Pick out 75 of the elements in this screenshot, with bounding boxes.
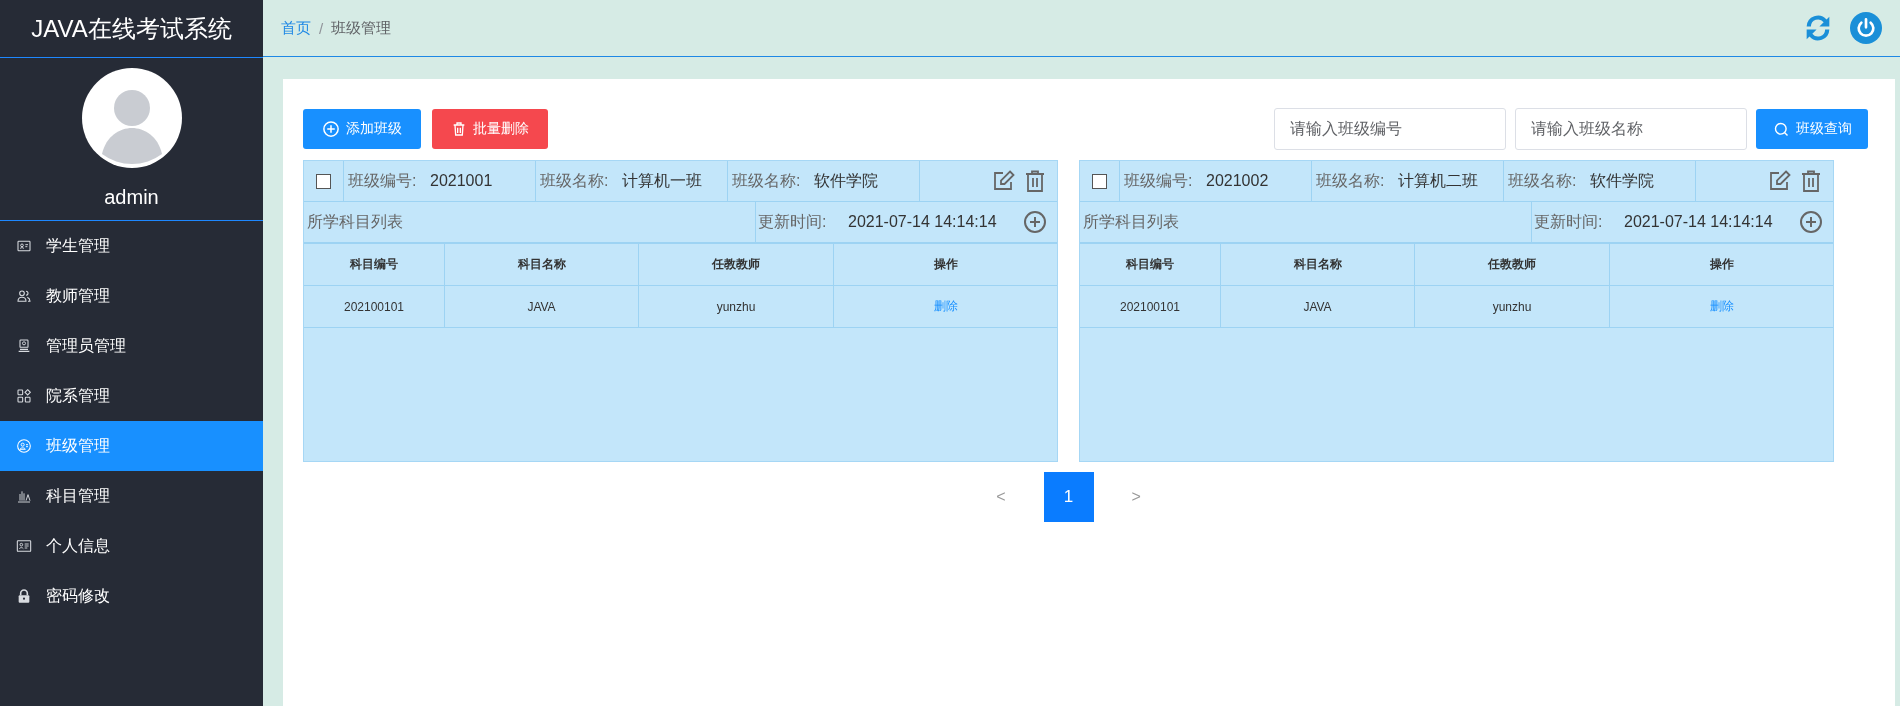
breadcrumb-current: 班级管理: [331, 18, 392, 38]
person-circle-icon: [16, 438, 32, 454]
sidebar-item[interactable]: 教师管理: [0, 271, 263, 321]
sidebar-item[interactable]: 院系管理: [0, 371, 263, 421]
field-label: 班级名称:: [540, 170, 610, 191]
plus-circle-icon[interactable]: [1799, 210, 1823, 234]
page-button[interactable]: 1: [1043, 472, 1094, 522]
sidebar-item[interactable]: 管理员管理: [0, 321, 263, 371]
table-cell: yunzhu: [638, 285, 834, 328]
plus-circle-icon[interactable]: [1023, 210, 1047, 234]
field-label: 班级名称:: [732, 170, 802, 191]
search-field[interactable]: 请输入班级名称: [1515, 108, 1747, 150]
search-icon: [1772, 120, 1790, 138]
plus-circle-icon: [322, 120, 340, 138]
delete-link[interactable]: 删除: [1709, 299, 1734, 313]
section-title: 所学科目列表: [1080, 202, 1532, 242]
sidebar-item[interactable]: 密码修改: [0, 571, 263, 621]
lock-icon: [16, 588, 32, 604]
table-cell: 202100101: [1080, 285, 1221, 328]
sidebar-item[interactable]: 学生管理: [0, 221, 263, 271]
trash-icon: [451, 121, 467, 137]
column-header: 任教教师: [1414, 243, 1610, 286]
section-title: 所学科目列表: [304, 202, 756, 242]
person-desk-icon: [16, 338, 32, 354]
field-value: 2021-07-14 14:14:14: [848, 213, 997, 231]
grid-icon: [16, 388, 32, 404]
field-label: 更新时间:: [758, 211, 828, 232]
column-header: 操作: [1609, 243, 1833, 286]
field-value: 2021001: [430, 172, 493, 190]
username: admin: [104, 186, 159, 209]
table-cell: 202100101: [304, 285, 445, 328]
column-header: 操作: [833, 243, 1057, 286]
column-header: 任教教师: [638, 243, 834, 286]
batch-delete-button[interactable]: 批量删除: [432, 109, 548, 149]
field-value: 2021-07-14 14:14:14: [1624, 213, 1773, 231]
field-label: 班级编号:: [1124, 170, 1194, 191]
checkbox[interactable]: [316, 173, 331, 189]
avatar-icon: [81, 68, 182, 168]
table-cell: yunzhu: [1414, 285, 1610, 328]
table-cell: JAVA: [1220, 285, 1415, 328]
users-icon: [16, 288, 32, 304]
field-value: 计算机一班: [622, 170, 702, 191]
bar-chart-icon: [16, 488, 32, 504]
field-label: 更新时间:: [1534, 211, 1604, 232]
field-label: 班级名称:: [1316, 170, 1386, 191]
sidebar-item[interactable]: 个人信息: [0, 521, 263, 571]
id-card-icon: [16, 538, 32, 554]
breadcrumb-separator: /: [319, 19, 324, 37]
column-header: 科目编号: [1080, 243, 1221, 286]
prev-page-button[interactable]: <: [986, 488, 1016, 506]
search-field[interactable]: 请输入班级编号: [1274, 108, 1506, 150]
edit-icon[interactable]: [1768, 169, 1792, 193]
field-value: 软件学院: [814, 170, 878, 191]
field-value: 2021002: [1206, 172, 1269, 190]
id-card-icon: [16, 238, 32, 254]
field-label: 班级名称:: [1508, 170, 1578, 191]
sidebar-item[interactable]: 班级管理: [0, 421, 263, 471]
field-value: 计算机二班: [1398, 170, 1478, 191]
field-label: 班级编号:: [348, 170, 418, 191]
column-header: 科目名称: [1220, 243, 1415, 286]
column-header: 科目名称: [444, 243, 639, 286]
breadcrumb-link[interactable]: 首页: [281, 18, 311, 38]
column-header: 科目编号: [304, 243, 445, 286]
delete-link[interactable]: 删除: [933, 299, 958, 313]
edit-icon[interactable]: [992, 169, 1016, 193]
table-cell: JAVA: [444, 285, 639, 328]
power-icon[interactable]: [1850, 12, 1882, 44]
trash-icon[interactable]: [1023, 169, 1047, 193]
next-page-button[interactable]: >: [1121, 488, 1151, 506]
field-value: 软件学院: [1590, 170, 1654, 191]
sidebar-item[interactable]: 科目管理: [0, 471, 263, 521]
trash-icon[interactable]: [1799, 169, 1823, 193]
search-button[interactable]: 班级查询: [1756, 109, 1868, 149]
checkbox[interactable]: [1092, 173, 1107, 189]
add-class-button[interactable]: 添加班级: [303, 109, 421, 149]
